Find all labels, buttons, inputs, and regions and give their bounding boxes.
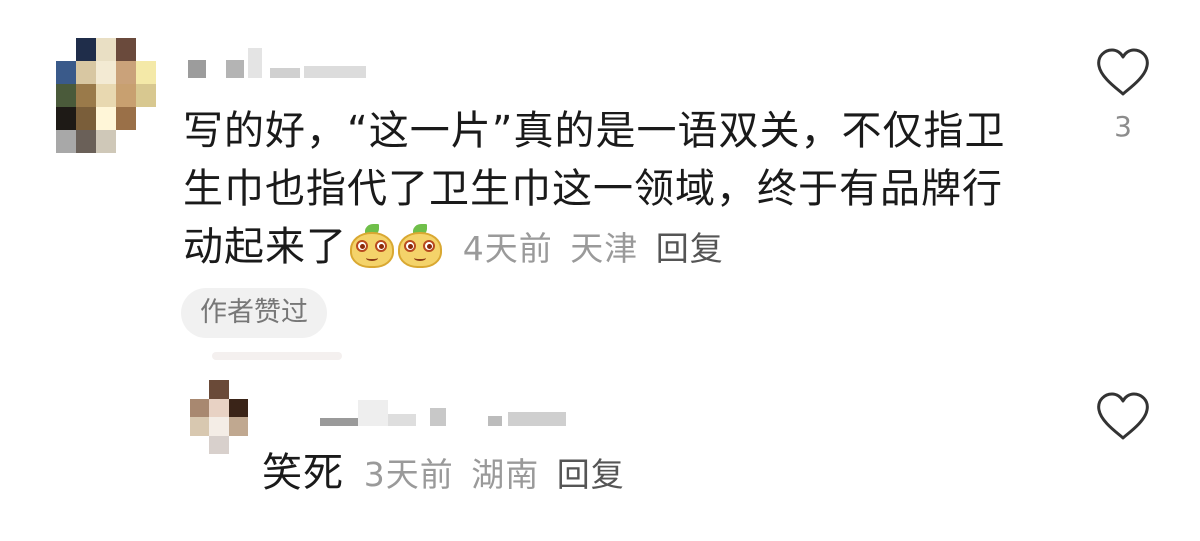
comment-body: 写的好，“这一片”真的是一语双关，不仅指卫生巾也指代了卫生巾这一领域，终于有品牌… xyxy=(183,102,1043,278)
username-blurred[interactable] xyxy=(320,396,566,426)
mango-face-sticker-icon xyxy=(349,224,395,268)
avatar[interactable] xyxy=(190,380,248,454)
comment-time: 4天前 xyxy=(462,229,553,268)
comment-text: 笑死 xyxy=(262,450,344,496)
divider xyxy=(212,352,342,360)
like-button[interactable]: 3 xyxy=(1095,48,1151,143)
heart-outline-icon xyxy=(1097,48,1149,96)
comment-location: 天津 xyxy=(570,229,639,268)
comment-meta: 4天前 天津 回复 xyxy=(457,229,724,268)
comment-location: 湖南 xyxy=(471,455,540,494)
author-liked-badge: 作者赞过 xyxy=(181,288,327,338)
like-count: 3 xyxy=(1114,110,1132,143)
reply-button[interactable]: 回复 xyxy=(656,229,724,268)
like-button[interactable] xyxy=(1095,392,1151,442)
comment-body: 笑死 3天前 湖南 回复 xyxy=(262,444,862,504)
avatar[interactable] xyxy=(56,38,156,153)
username-blurred[interactable] xyxy=(188,38,366,78)
comment-thread: 写的好，“这一片”真的是一语双关，不仅指卫生巾也指代了卫生巾这一领域，终于有品牌… xyxy=(0,0,1200,541)
comment-time: 3天前 xyxy=(363,455,454,494)
heart-outline-icon xyxy=(1097,392,1149,440)
comment-meta: 3天前 湖南 回复 xyxy=(358,455,625,494)
reply-button[interactable]: 回复 xyxy=(557,455,625,494)
mango-face-sticker-icon xyxy=(397,224,443,268)
